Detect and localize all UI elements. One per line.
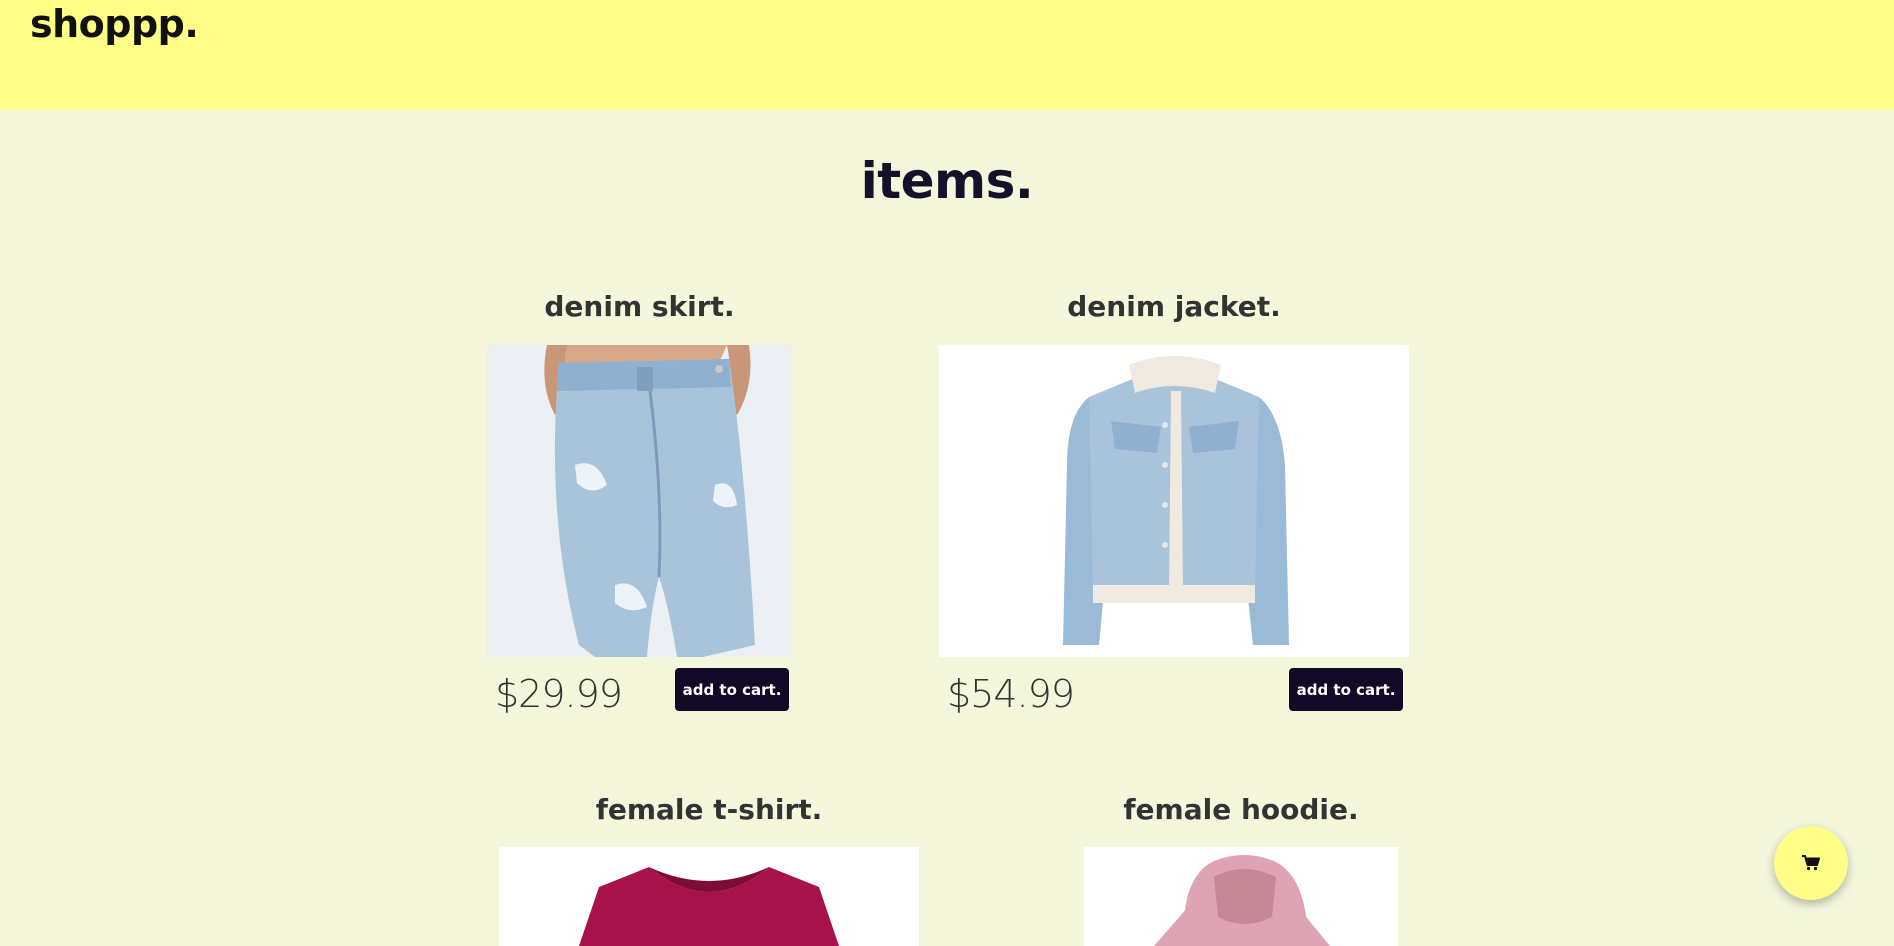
product-price: $54.99 [947, 672, 1075, 716]
product-price: $29.99 [495, 672, 623, 716]
add-to-cart-button[interactable]: add to cart. [675, 668, 789, 711]
product-card-denim-jacket: denim jacket. $54.99 add to cart. [939, 290, 1409, 716]
product-name: female t-shirt. [595, 793, 823, 826]
product-image-denim-jacket[interactable] [939, 345, 1409, 657]
product-name: denim jacket. [1067, 290, 1281, 323]
cart-button[interactable] [1774, 826, 1848, 900]
product-card-female-hoodie: female hoodie. [1084, 793, 1398, 946]
product-image-female-tshirt[interactable] [499, 847, 919, 946]
top-bar: shoppp. [0, 0, 1894, 110]
product-image-denim-skirt[interactable] [487, 345, 792, 657]
product-name: denim skirt. [544, 290, 735, 323]
shopping-cart-icon [1802, 855, 1820, 871]
product-name: female hoodie. [1123, 793, 1359, 826]
add-to-cart-button[interactable]: add to cart. [1289, 668, 1403, 711]
product-image-female-hoodie[interactable] [1084, 847, 1398, 946]
brand-logo[interactable]: shoppp. [30, 2, 199, 46]
product-card-denim-skirt: denim skirt. $29.99 add to cart. [487, 290, 792, 716]
product-card-female-tshirt: female t-shirt. [499, 793, 919, 946]
page-title: items. [860, 152, 1034, 210]
